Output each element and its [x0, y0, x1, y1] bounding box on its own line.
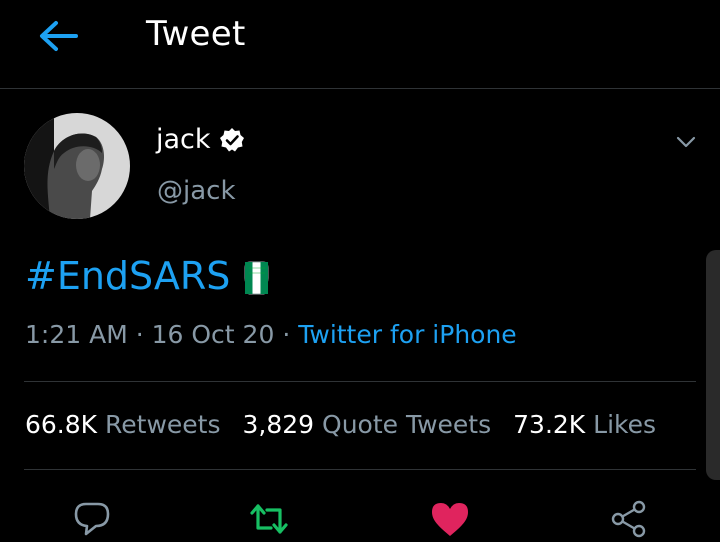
chevron-down-icon[interactable] — [675, 131, 697, 153]
quotes-label: Quote Tweets — [322, 410, 492, 439]
author-handle[interactable]: @jack — [157, 176, 236, 206]
retweet-icon[interactable] — [249, 500, 289, 538]
tweet-meta: 1:21 AM · 16 Oct 20 · Twitter for iPhone — [25, 320, 517, 349]
meta-separator: · — [282, 320, 299, 349]
top-bar: Tweet — [0, 0, 720, 89]
share-icon[interactable] — [609, 500, 649, 538]
quotes-count: 3,829 — [242, 410, 315, 439]
author-name: jack — [156, 124, 211, 155]
avatar-image — [24, 113, 130, 219]
likes-count: 73.2K — [513, 410, 586, 439]
author-name-row[interactable]: jack — [156, 124, 245, 155]
arrow-left-icon[interactable] — [36, 18, 80, 54]
tweet-time: 1:21 AM — [25, 320, 128, 349]
retweets-stat[interactable]: 66.8K Retweets — [25, 410, 220, 439]
tweet-text: #EndSARS — [25, 254, 272, 298]
tweet-stats: 66.8K Retweets 3,829 Quote Tweets 73.2K Li… — [25, 410, 656, 439]
page-title: Tweet — [146, 14, 246, 54]
scroll-handle[interactable] — [706, 250, 720, 480]
tweet-date: 16 Oct 20 — [151, 320, 275, 349]
avatar[interactable] — [24, 113, 130, 219]
quotes-stat[interactable]: 3,829 Quote Tweets — [242, 410, 491, 439]
likes-label: Likes — [593, 410, 657, 439]
divider — [24, 381, 696, 382]
hashtag-link[interactable]: #EndSARS — [25, 254, 230, 298]
reply-icon[interactable] — [72, 500, 112, 538]
divider — [24, 469, 696, 470]
likes-stat[interactable]: 73.2K Likes — [513, 410, 656, 439]
raised-fist-nigeria-icon — [244, 261, 269, 295]
meta-separator: · — [135, 320, 152, 349]
heart-icon[interactable] — [430, 500, 470, 538]
retweets-count: 66.8K — [25, 410, 98, 439]
tweet-source-link[interactable]: Twitter for iPhone — [298, 320, 516, 349]
retweets-label: Retweets — [105, 410, 221, 439]
verified-badge-icon — [219, 127, 244, 151]
